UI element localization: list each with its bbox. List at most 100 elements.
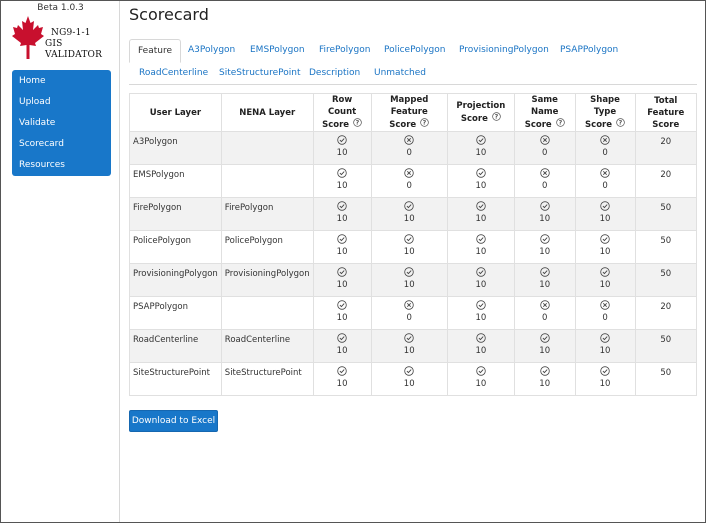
tab-provisioningpolygon[interactable]: ProvisioningPolygon	[451, 39, 557, 62]
score-value: 10	[599, 346, 611, 356]
check-circle-icon	[375, 332, 444, 345]
nav-item-resources[interactable]: Resources	[12, 155, 111, 176]
user-layer-cell: FirePolygon	[129, 197, 222, 231]
header-shape-type-line2: Score	[585, 120, 613, 130]
same-name-score-cell: 0	[513, 164, 576, 198]
x-circle-icon	[518, 167, 572, 180]
check-circle-icon	[317, 167, 368, 180]
mapped-score-cell: 0	[370, 131, 448, 165]
tab-emspolygon[interactable]: EMSPolygon	[242, 39, 313, 62]
check-circle-icon	[451, 332, 511, 345]
score-value: 10	[475, 181, 487, 191]
row-count-score-cell: 10	[312, 131, 372, 165]
question-circle-icon[interactable]: ?	[492, 112, 501, 125]
shape-type-score-cell: 0	[574, 164, 636, 198]
check-circle-icon	[317, 365, 368, 378]
same-name-score-cell: 10	[513, 230, 576, 264]
table-row: PolicePolygon PolicePolygon 10 10 10 10 10 50	[129, 230, 697, 264]
check-circle-icon	[518, 233, 572, 246]
score-value: 10	[336, 214, 348, 224]
tab-policepolygon[interactable]: PolicePolygon	[376, 39, 453, 62]
check-circle-icon	[317, 200, 368, 213]
total-score-cell: 50	[634, 197, 697, 231]
x-circle-icon	[375, 134, 444, 147]
score-value: 0	[406, 313, 412, 323]
tab-bar: Feature A3Polygon EMSPolygon FirePolygon…	[129, 39, 697, 85]
page-title: Scorecard	[129, 5, 209, 24]
score-value: 10	[336, 181, 348, 191]
check-circle-icon	[451, 134, 511, 147]
nav-item-validate[interactable]: Validate	[12, 113, 111, 134]
user-layer-cell: A3Polygon	[129, 131, 222, 165]
question-circle-icon[interactable]: ?	[353, 118, 362, 131]
tab-feature[interactable]: Feature	[129, 39, 182, 63]
question-circle-icon[interactable]: ?	[420, 118, 429, 131]
mapped-score-cell: 10	[370, 362, 448, 396]
total-score-cell: 50	[634, 329, 697, 363]
score-value: 0	[406, 148, 412, 158]
score-value: 0	[406, 181, 412, 191]
nena-layer-cell	[220, 296, 314, 330]
check-circle-icon	[317, 134, 368, 147]
tab-description[interactable]: Description	[301, 62, 368, 85]
header-total-line1: Total Feature	[647, 95, 685, 118]
score-value: 10	[475, 346, 487, 356]
question-circle-icon[interactable]: ?	[616, 118, 625, 131]
x-circle-icon	[518, 134, 572, 147]
header-nena-layer: NENA Layer	[220, 93, 314, 132]
tab-roadcenterline[interactable]: RoadCenterline	[131, 62, 216, 85]
tab-firepolygon[interactable]: FirePolygon	[311, 39, 378, 62]
header-same-name-line2: Score	[524, 120, 552, 130]
same-name-score-cell: 10	[513, 197, 576, 231]
mapped-score-cell: 0	[370, 164, 448, 198]
header-projection-line1: Projection	[456, 101, 506, 111]
tab-a3polygon[interactable]: A3Polygon	[180, 39, 243, 62]
header-total-line2: Score	[652, 119, 680, 130]
svg-text:?: ?	[558, 120, 562, 127]
header-user-layer-label: User Layer	[149, 107, 202, 118]
score-value: 10	[599, 247, 611, 257]
question-circle-icon[interactable]: ?	[555, 118, 565, 131]
shape-type-score-cell: 0	[574, 131, 636, 165]
tab-psappolygon[interactable]: PSAPPolygon	[552, 39, 626, 62]
version-label: Beta 1.0.3	[37, 3, 84, 13]
check-circle-icon	[451, 200, 511, 213]
mapped-score-cell: 10	[370, 197, 448, 231]
sidebar-nav: Home Upload Validate Scorecard Resources	[12, 70, 111, 176]
score-value: 0	[602, 148, 608, 158]
sidebar: Beta 1.0.3 NG9-1-1 GIS VALIDATOR Home Up…	[1, 1, 120, 522]
check-circle-icon	[451, 233, 511, 246]
projection-score-cell: 10	[446, 362, 515, 396]
nav-item-scorecard[interactable]: Scorecard	[12, 134, 111, 155]
projection-score-cell: 10	[446, 329, 515, 363]
tab-sitestructurepoint[interactable]: SiteStructurePoint	[211, 62, 309, 85]
shape-type-score-cell: 10	[574, 263, 636, 297]
header-shape-type-line1: Shape Type	[590, 95, 620, 117]
check-circle-icon	[518, 266, 572, 279]
score-value: 0	[541, 148, 548, 158]
header-shape-type: Shape Type Score ?	[574, 93, 636, 132]
check-circle-icon	[579, 332, 632, 345]
nav-item-upload[interactable]: Upload	[12, 92, 111, 113]
shape-type-score-cell: 10	[574, 362, 636, 396]
header-user-layer: User Layer	[129, 93, 222, 132]
score-value: 10	[539, 247, 551, 257]
svg-text:?: ?	[423, 120, 427, 127]
row-count-score-cell: 10	[312, 296, 372, 330]
check-circle-icon	[451, 299, 511, 312]
check-circle-icon	[375, 200, 444, 213]
shape-type-score-cell: 0	[574, 296, 636, 330]
shape-type-score-cell: 10	[574, 230, 636, 264]
tab-unmatched[interactable]: Unmatched	[366, 62, 434, 85]
nav-item-home[interactable]: Home	[12, 71, 111, 92]
user-layer-cell: PSAPPolygon	[129, 296, 222, 330]
download-excel-button[interactable]: Download to Excel	[129, 410, 218, 432]
nena-layer-cell: PolicePolygon	[220, 230, 314, 264]
score-value: 10	[539, 214, 551, 224]
score-value: 0	[541, 313, 548, 323]
table-row: EMSPolygon 10 0 10 0 0 20	[129, 164, 697, 198]
row-count-score-cell: 10	[312, 164, 372, 198]
check-circle-icon	[317, 233, 368, 246]
projection-score-cell: 10	[446, 230, 515, 264]
score-value: 10	[475, 313, 487, 323]
